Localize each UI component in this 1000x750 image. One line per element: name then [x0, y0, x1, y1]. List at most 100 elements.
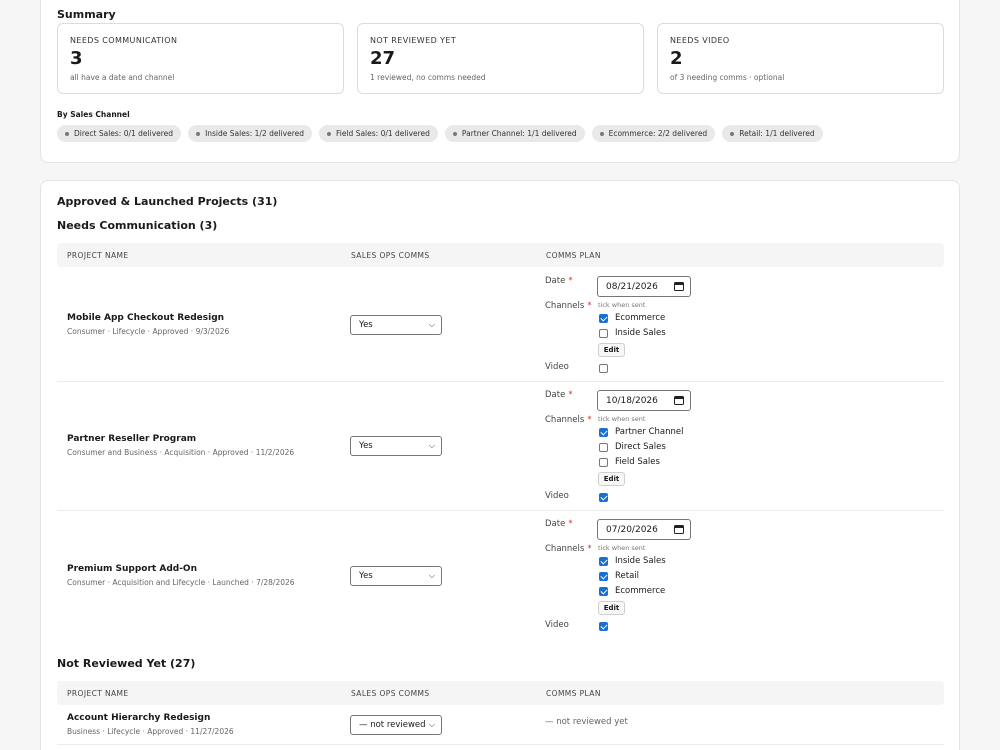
stat-label: NEEDS VIDEO	[670, 36, 730, 45]
date-value: 08/21/2026	[606, 281, 658, 292]
project-name: Partner Reseller Program	[67, 434, 197, 444]
video-checkbox[interactable]	[599, 622, 608, 631]
sales-ops-select[interactable]: Yes ⌵	[350, 436, 442, 456]
sales-ops-select[interactable]: Yes ⌵	[350, 315, 442, 335]
channels-label: Channels *	[545, 301, 592, 311]
pill-label: Partner Channel: 1/1 delivered	[461, 129, 577, 138]
channel-checkbox-row[interactable]: Direct Sales	[599, 442, 666, 452]
by-sales-channel-label: By Sales Channel	[57, 110, 130, 119]
channel-checkbox-row[interactable]: Inside Sales	[599, 328, 666, 338]
channel-name: Direct Sales	[615, 442, 666, 452]
checkbox-unchecked[interactable]	[599, 328, 608, 338]
checkbox-checked[interactable]	[599, 427, 608, 437]
video-checkbox-row[interactable]	[599, 493, 615, 502]
date-value: 07/20/2026	[606, 524, 658, 535]
row-divider	[57, 381, 944, 382]
checkbox-checked[interactable]	[599, 556, 608, 566]
stat-value: 27	[370, 48, 396, 69]
calendar-icon[interactable]	[674, 396, 684, 405]
date-value: 10/18/2026	[606, 395, 658, 406]
pill-label: Field Sales: 0/1 delivered	[336, 129, 430, 138]
channel-checkbox-row[interactable]: Retail	[599, 571, 639, 581]
chevron-down-icon: ⌵	[428, 571, 435, 580]
table-header: PROJECT NAME SALES OPS COMMS COMMS PLAN	[57, 243, 944, 267]
chevron-down-icon: ⌵	[428, 720, 435, 729]
project-name: Account Hierarchy Redesign	[67, 713, 211, 723]
edit-channels-button[interactable]: Edit	[598, 472, 625, 486]
stat-value: 3	[70, 48, 83, 69]
not-reviewed-title: Not Reviewed Yet (27)	[57, 657, 196, 670]
channel-pill: Retail: 1/1 delivered	[722, 125, 823, 142]
edit-channels-button[interactable]: Edit	[598, 601, 625, 615]
checkbox-unchecked[interactable]	[599, 457, 608, 467]
video-checkbox-row[interactable]	[599, 622, 615, 631]
summary-title: Summary	[57, 8, 116, 21]
calendar-icon[interactable]	[674, 282, 684, 291]
channels-label: Channels *	[545, 415, 592, 425]
date-input[interactable]: 07/20/2026	[597, 519, 691, 540]
date-input[interactable]: 10/18/2026	[597, 390, 691, 411]
project-name: Premium Support Add-On	[67, 564, 197, 574]
video-checkbox[interactable]	[599, 493, 608, 502]
stat-note: of 3 needing comms · optional	[670, 73, 785, 82]
channel-name: Retail	[615, 571, 640, 581]
select-value: Yes	[359, 571, 373, 581]
channel-name: Ecommerce	[615, 586, 666, 596]
tick-note: tick when sent	[598, 415, 646, 423]
project-meta: Consumer and Business · Acquisition · Ap…	[67, 448, 295, 457]
channel-pill: Ecommerce: 2/2 delivered	[591, 125, 716, 142]
dot-icon	[196, 131, 201, 136]
stat-needs-video: NEEDS VIDEO 2 of 3 needing comms · optio…	[657, 23, 944, 94]
dot-icon	[599, 131, 604, 136]
channel-pill: Field Sales: 0/1 delivered	[319, 125, 438, 142]
channel-pill: Direct Sales: 0/1 delivered	[57, 125, 182, 142]
video-checkbox[interactable]	[599, 364, 608, 373]
select-value: Yes	[359, 320, 373, 330]
stat-note: all have a date and channel	[70, 73, 175, 82]
select-value: — not reviewed	[359, 720, 426, 730]
stat-note: 1 reviewed, no comms needed	[370, 73, 486, 82]
project-meta: Consumer · Acquisition and Lifecycle · L…	[67, 578, 295, 587]
chevron-down-icon: ⌵	[428, 441, 435, 450]
column-project-name: PROJECT NAME	[67, 251, 129, 260]
column-comms-plan: COMMS PLAN	[546, 251, 601, 260]
pill-label: Direct Sales: 0/1 delivered	[74, 129, 174, 138]
channel-name: Ecommerce	[615, 313, 666, 323]
row-divider	[57, 744, 944, 745]
project-meta: Consumer · Lifecycle · Approved · 9/3/20…	[67, 327, 230, 336]
video-label: Video	[545, 620, 569, 630]
checkbox-unchecked[interactable]	[599, 442, 608, 452]
project-meta: Business · Lifecycle · Approved · 11/27/…	[67, 727, 234, 736]
video-checkbox-row[interactable]	[599, 364, 615, 373]
channel-checkbox-row[interactable]: Ecommerce	[599, 313, 665, 323]
channel-pills: Direct Sales: 0/1 delivered Inside Sales…	[57, 125, 823, 142]
calendar-icon[interactable]	[674, 525, 684, 534]
sales-ops-select[interactable]: — not reviewed ⌵	[350, 715, 442, 735]
tick-note: tick when sent	[598, 301, 646, 309]
stat-not-reviewed: NOT REVIEWED YET 27 1 reviewed, no comms…	[357, 23, 644, 94]
pill-label: Retail: 1/1 delivered	[739, 129, 815, 138]
channel-pill: Partner Channel: 1/1 delivered	[444, 125, 585, 142]
channel-checkbox-row[interactable]: Inside Sales	[599, 556, 666, 566]
checkbox-checked[interactable]	[599, 313, 608, 323]
stat-label: NEEDS COMMUNICATION	[70, 36, 178, 45]
checkbox-checked[interactable]	[599, 586, 608, 596]
date-input[interactable]: 08/21/2026	[597, 276, 691, 297]
video-label: Video	[545, 491, 569, 501]
date-label: Date *	[545, 390, 573, 400]
dot-icon	[327, 131, 331, 136]
pill-label: Inside Sales: 1/2 delivered	[205, 129, 304, 138]
channel-checkbox-row[interactable]: Ecommerce	[599, 586, 665, 596]
projects-card: Approved & Launched Projects (31) Needs …	[40, 180, 960, 750]
date-label: Date *	[545, 276, 573, 286]
checkbox-checked[interactable]	[599, 571, 608, 581]
edit-channels-button[interactable]: Edit	[598, 343, 625, 357]
project-name: Mobile App Checkout Redesign	[67, 313, 225, 323]
dot-icon	[730, 131, 735, 136]
stat-needs-communication: NEEDS COMMUNICATION 3 all have a date an…	[57, 23, 344, 94]
sales-ops-select[interactable]: Yes ⌵	[350, 566, 442, 586]
needs-communication-title: Needs Communication (3)	[57, 219, 218, 232]
channel-checkbox-row[interactable]: Partner Channel	[599, 427, 684, 437]
summary-card: Summary NEEDS COMMUNICATION 3 all have a…	[40, 0, 960, 163]
channel-checkbox-row[interactable]: Field Sales	[599, 457, 660, 467]
